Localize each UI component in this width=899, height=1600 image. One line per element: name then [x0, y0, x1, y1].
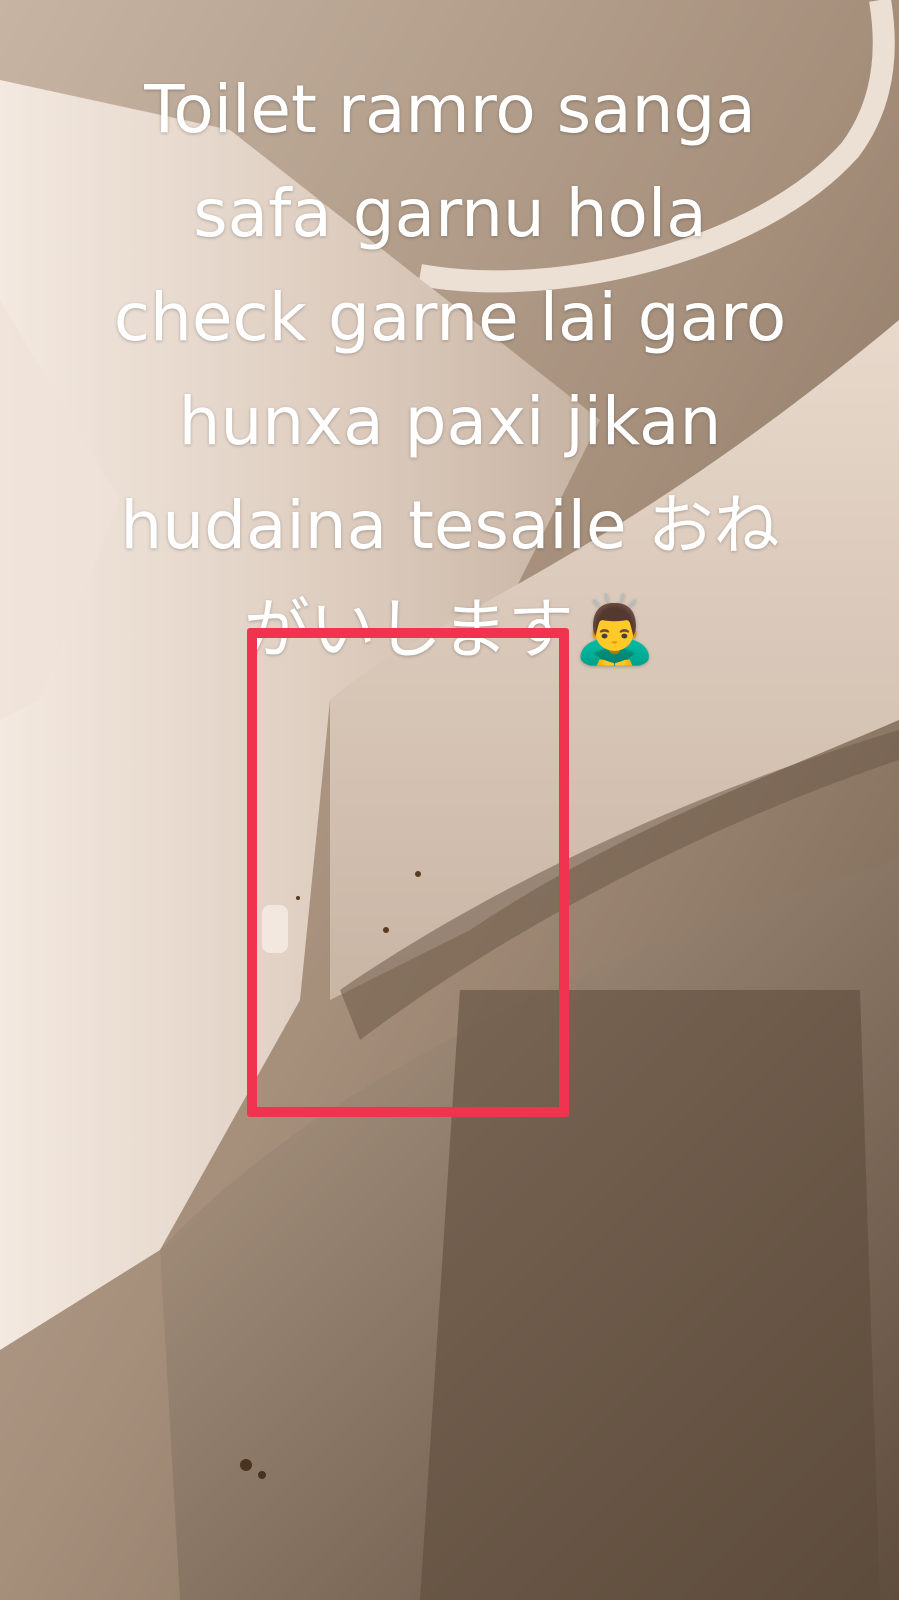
caption-line: hudaina tesaile おね: [120, 487, 780, 564]
caption-line: hunxa paxi jikan: [178, 383, 722, 460]
caption-line: safa garnu hola: [193, 175, 707, 252]
highlight-box: [247, 628, 569, 1117]
caption-line: check garne lai garo: [113, 279, 787, 356]
caption-line: Toilet ramro sanga: [144, 71, 756, 148]
caption-text: Toilet ramro sanga safa garnu hola check…: [60, 58, 840, 682]
